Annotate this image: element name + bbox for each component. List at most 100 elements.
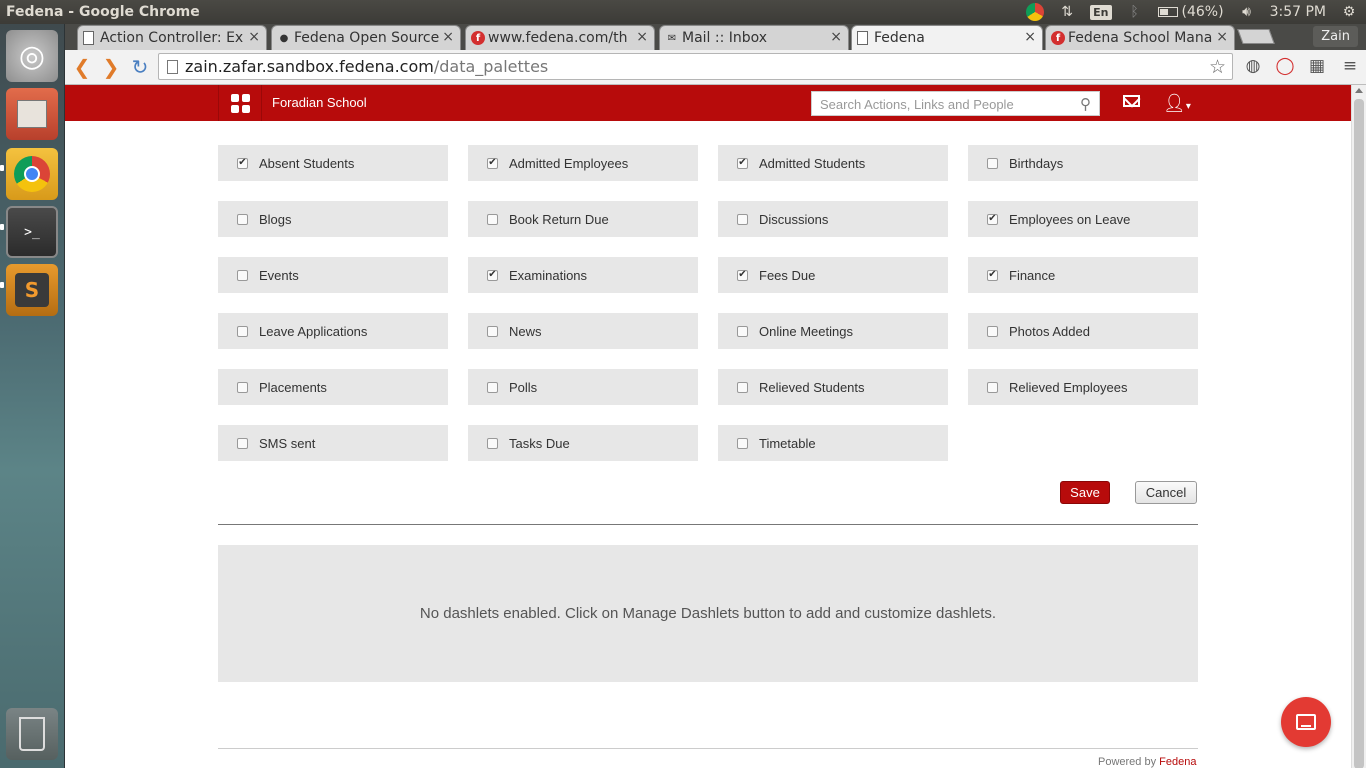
palette-checkbox[interactable] <box>237 381 248 393</box>
palette-option[interactable]: Tasks Due <box>468 425 698 461</box>
bookmark-star-icon[interactable]: ☆ <box>1209 56 1226 78</box>
opera-extension-icon[interactable]: ◯ <box>1274 55 1296 77</box>
keyboard-layout-indicator[interactable]: En <box>1090 4 1112 20</box>
palette-option[interactable]: Relieved Employees <box>968 369 1198 405</box>
search-icon[interactable]: ⚲ <box>1080 95 1091 113</box>
palette-option[interactable]: ✔ Employees on Leave <box>968 201 1198 237</box>
back-icon[interactable]: ❮ <box>70 55 94 79</box>
browser-tab[interactable]: ● Fedena Open Source × <box>271 25 461 50</box>
school-name[interactable]: Foradian School <box>272 95 367 110</box>
palette-option[interactable]: SMS sent <box>218 425 448 461</box>
palette-checkbox[interactable] <box>487 325 498 337</box>
palette-checkbox[interactable] <box>487 381 498 393</box>
palette-option[interactable]: ✔ Absent Students <box>218 145 448 181</box>
new-tab-button[interactable] <box>1237 29 1275 44</box>
tab-close-icon[interactable]: × <box>442 29 454 45</box>
trash-icon[interactable] <box>6 708 58 760</box>
palette-option[interactable]: Relieved Students <box>718 369 948 405</box>
palette-checkbox[interactable] <box>737 381 748 393</box>
sublime-text-icon[interactable]: S <box>6 264 58 316</box>
palette-checkbox[interactable] <box>237 213 248 225</box>
palette-option[interactable]: Photos Added <box>968 313 1198 349</box>
chrome-tray-icon[interactable] <box>1026 3 1045 21</box>
forward-icon[interactable]: ❯ <box>99 55 123 79</box>
reload-icon[interactable]: ↻ <box>128 55 152 79</box>
palette-checkbox[interactable] <box>237 269 248 281</box>
unity-launcher: ◎ >_ S <box>0 24 65 768</box>
palette-option[interactable]: ✔ Fees Due <box>718 257 948 293</box>
network-icon[interactable]: ⇅ <box>1058 3 1076 21</box>
palette-checkbox[interactable] <box>987 381 998 393</box>
browser-tab-active[interactable]: Fedena × <box>851 25 1043 50</box>
profile-button[interactable]: Zain <box>1313 26 1358 47</box>
globe-extension-icon[interactable]: ◍ <box>1242 55 1264 77</box>
palette-checkbox[interactable] <box>737 437 748 449</box>
palette-option[interactable]: Timetable <box>718 425 948 461</box>
palette-checkbox[interactable]: ✔ <box>487 157 498 169</box>
palette-checkbox[interactable] <box>737 213 748 225</box>
ubuntu-dash-icon[interactable]: ◎ <box>6 30 58 82</box>
palette-option[interactable]: ✔ Examinations <box>468 257 698 293</box>
mail-icon[interactable] <box>1123 95 1140 107</box>
palette-checkbox[interactable] <box>237 325 248 337</box>
palette-option[interactable]: Leave Applications <box>218 313 448 349</box>
save-button[interactable]: Save <box>1060 481 1110 504</box>
palette-checkbox[interactable]: ✔ <box>487 269 498 281</box>
palette-option[interactable]: News <box>468 313 698 349</box>
browser-tab[interactable]: f www.fedena.com/th × <box>465 25 655 50</box>
palette-option[interactable]: ✔ Finance <box>968 257 1198 293</box>
chrome-launcher-icon[interactable] <box>6 148 58 200</box>
document-icon <box>83 31 94 45</box>
palette-checkbox[interactable] <box>237 437 248 449</box>
powered-by-brand-link[interactable]: Fedena <box>1159 756 1196 768</box>
palette-checkbox[interactable]: ✔ <box>987 269 998 281</box>
browser-tab[interactable]: f Fedena School Mana × <box>1045 25 1235 50</box>
scrollbar-thumb[interactable] <box>1354 99 1364 768</box>
tab-close-icon[interactable]: × <box>1216 29 1228 45</box>
inbox-fab-button[interactable] <box>1281 697 1331 747</box>
palette-checkbox[interactable] <box>987 157 998 169</box>
palette-checkbox[interactable] <box>987 325 998 337</box>
apps-grid-icon[interactable] <box>218 85 262 121</box>
palette-checkbox[interactable]: ✔ <box>987 213 998 225</box>
tab-close-icon[interactable]: × <box>1024 29 1036 45</box>
cancel-button[interactable]: Cancel <box>1135 481 1197 504</box>
menu-icon[interactable]: ≡ <box>1339 55 1361 77</box>
palette-checkbox[interactable] <box>737 325 748 337</box>
browser-tab[interactable]: ✉ Mail :: Inbox × <box>659 25 849 50</box>
clock[interactable]: 3:57 PM <box>1270 4 1326 20</box>
files-cabinet-icon[interactable] <box>6 88 58 140</box>
palette-checkbox[interactable]: ✔ <box>237 157 248 169</box>
volume-icon[interactable]: 🔊︎ <box>1238 3 1256 21</box>
film-extension-icon[interactable]: ▦ <box>1306 55 1328 77</box>
palette-option[interactable]: Polls <box>468 369 698 405</box>
palette-option[interactable]: ✔ Admitted Students <box>718 145 948 181</box>
terminal-icon[interactable]: >_ <box>6 206 58 258</box>
palette-option[interactable]: Birthdays <box>968 145 1198 181</box>
palette-option[interactable]: Book Return Due <box>468 201 698 237</box>
powered-by: Powered by Fedena <box>1098 756 1196 768</box>
palette-option[interactable]: Blogs <box>218 201 448 237</box>
bluetooth-icon[interactable]: ᛒ <box>1126 3 1144 21</box>
palette-checkbox[interactable]: ✔ <box>737 269 748 281</box>
palette-option[interactable]: Placements <box>218 369 448 405</box>
user-menu-icon[interactable]: 👤︎▾ <box>1163 93 1191 114</box>
search-input[interactable]: Search Actions, Links and People ⚲ <box>811 91 1100 116</box>
address-bar[interactable]: zain.zafar.sandbox.fedena.com/data_palet… <box>158 53 1233 80</box>
browser-tab[interactable]: Action Controller: Ex × <box>77 25 267 50</box>
page-scrollbar[interactable] <box>1351 85 1366 768</box>
palette-checkbox[interactable] <box>487 437 498 449</box>
palette-option[interactable]: ✔ Admitted Employees <box>468 145 698 181</box>
tab-close-icon[interactable]: × <box>248 29 260 45</box>
settings-gear-icon[interactable]: ⚙ <box>1340 3 1358 21</box>
palette-checkbox[interactable]: ✔ <box>737 157 748 169</box>
dashlets-empty-state: No dashlets enabled. Click on Manage Das… <box>218 545 1198 682</box>
palette-option[interactable]: Online Meetings <box>718 313 948 349</box>
battery-indicator[interactable]: (46%) <box>1157 4 1224 20</box>
scroll-up-arrow-icon[interactable] <box>1355 88 1363 93</box>
palette-option[interactable]: Discussions <box>718 201 948 237</box>
tab-close-icon[interactable]: × <box>830 29 842 45</box>
tab-close-icon[interactable]: × <box>636 29 648 45</box>
palette-checkbox[interactable] <box>487 213 498 225</box>
palette-option[interactable]: Events <box>218 257 448 293</box>
